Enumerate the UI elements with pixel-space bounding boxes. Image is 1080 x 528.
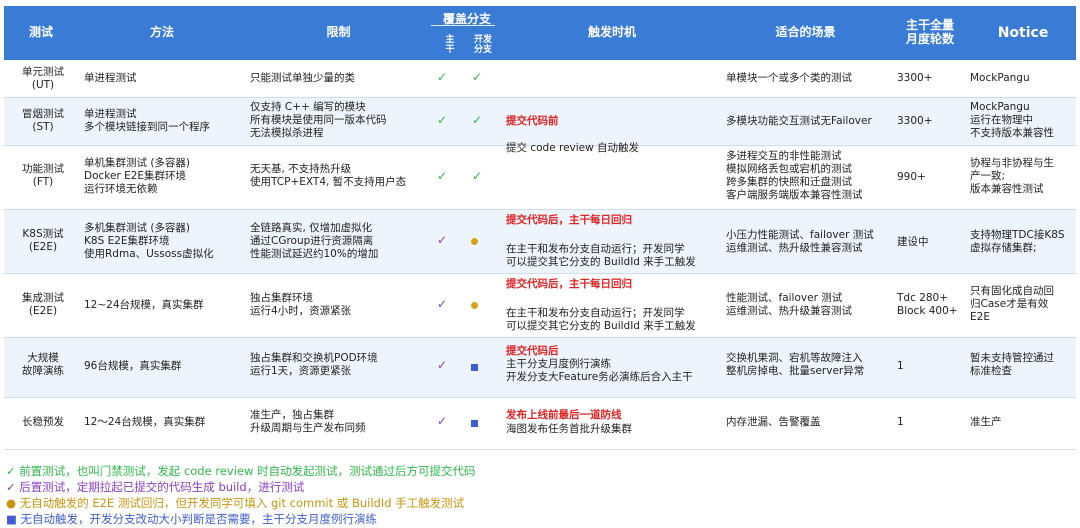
scene-text: 内存泄漏、告警覆盖 <box>726 416 821 428</box>
test-name: K8S测试 (E2E) <box>22 228 64 253</box>
rounds-text: Tdc 280+ Block 400+ <box>897 292 958 317</box>
trigger-highlight: 提交代码后，主干每日回归 <box>506 214 632 226</box>
method-text: 12~24台规模，真实集群 <box>84 299 204 311</box>
limit-text: 独占集群环境 运行4小时，资源紧张 <box>250 292 352 317</box>
check-icon: ✓ <box>437 113 448 127</box>
test-name: 单元测试 (UT) <box>22 66 64 91</box>
table-header: 测试 方法 限制 覆盖分支 主 干 开发 分支 触发时机 适合的场景 主干全量 … <box>4 6 1076 60</box>
row-divider <box>4 209 1076 210</box>
row-divider <box>4 397 1076 398</box>
notice-text: 支持物理TDC接K8S 虚拟存储集群; <box>970 229 1065 254</box>
rounds-text: 建设中 <box>897 236 929 248</box>
limit-text: 只能测试单独少量的类 <box>250 72 355 84</box>
square-icon <box>471 418 478 431</box>
scene-text: 性能测试、failover 测试 运维测试、热升级兼容测试 <box>726 292 852 317</box>
check-icon: ✓ <box>437 358 448 372</box>
trigger-text: 主干分支月度例行演练 开发分支大Feature务必演练后合入主干 <box>506 358 693 383</box>
test-name: 功能测试 (FT) <box>22 163 64 188</box>
trigger-highlight: 提交代码后 <box>506 345 559 357</box>
dot-icon <box>471 236 478 249</box>
method-text: 单进程测试 <box>84 72 137 84</box>
header-coverage: 覆盖分支 <box>442 12 491 26</box>
rounds-text: 1 <box>897 360 904 372</box>
header-scene: 适合的场景 <box>775 25 836 40</box>
trigger-highlight: 发布上线前最后一道防线 <box>506 409 622 421</box>
coverage-divider <box>431 25 495 26</box>
method-text: 单进程测试 多个模块链接到同一个程序 <box>84 108 210 133</box>
row-divider <box>4 449 1076 450</box>
trigger-text: 在主干和发布分支自动运行；开发同学 可以提交其它分支的 BuildId 来手工触… <box>506 307 696 332</box>
limit-text: 无天基, 不支持热升级 使用TCP+EXT4, 暂不支持用户态 <box>250 163 407 188</box>
trigger-highlight: 提交代码后，主干每日回归 <box>506 278 632 290</box>
header-notice: Notice <box>997 24 1049 41</box>
legend-green: ✓ 前置测试，也叫门禁测试，发起 code review 时自动发起测试，测试通… <box>6 464 476 478</box>
row-divider <box>4 97 1076 98</box>
rounds-text: 1 <box>897 416 904 428</box>
rounds-text: 990+ <box>897 171 926 183</box>
notice-text: 协程与非协程与生 产一致; 版本兼容性测试 <box>970 157 1054 195</box>
trigger-text: 海图发布任务首批升级集群 <box>506 423 632 435</box>
notice-text: 准生产 <box>970 416 1002 428</box>
limit-text: 仅支持 C++ 编写的模块 所有模块是使用同一版本代码 无法模拟杀进程 <box>250 101 387 139</box>
method-text: 单机集群测试 (多容器) Docker E2E集群环境 运行环境无依赖 <box>84 157 191 195</box>
notice-text: MockPangu <box>970 72 1030 84</box>
check-icon: ✓ <box>437 233 448 247</box>
check-icon: ✓ <box>437 297 448 311</box>
dot-icon <box>471 300 478 313</box>
square-icon <box>471 362 478 375</box>
scene-text: 交换机果洞、宕机等故障注入 整机房掉电、批量server异常 <box>726 352 865 377</box>
check-icon: ✓ <box>437 169 448 183</box>
row-divider <box>4 337 1076 338</box>
check-icon: ✓ <box>472 169 483 183</box>
check-icon: ✓ <box>437 414 448 428</box>
rounds-text: 3300+ <box>897 72 933 84</box>
limit-text: 独占集群和交换机POD环境 运行1天，资源更紧张 <box>250 352 378 377</box>
trigger-text: 提交 code review 自动触发 <box>506 142 640 154</box>
scene-text: 多模块功能交互测试无Failover <box>726 115 872 127</box>
test-name: 大规模 故障演练 <box>22 352 64 377</box>
limit-text: 全链路真实, 仅增加虚拟化 通过CGroup进行资源隔离 性能测试延迟约10%的… <box>250 222 379 260</box>
rounds-text: 3300+ <box>897 115 933 127</box>
limit-text: 准生产，独占集群 升级周期与生产发布同频 <box>250 409 366 434</box>
test-name: 集成测试 (E2E) <box>22 292 64 317</box>
notice-text: 只有固化成自动回 归Case才是有效 E2E <box>970 285 1054 323</box>
notice-text: MockPangu 运行在物理中 不支持版本兼容性 <box>970 101 1054 139</box>
header-limit: 限制 <box>326 25 351 40</box>
method-text: 96台规模，真实集群 <box>84 360 182 372</box>
header-cov-dev: 开发 分支 <box>473 35 492 55</box>
trigger-highlight: 提交代码前 <box>506 115 559 127</box>
header-trigger: 触发时机 <box>587 25 636 40</box>
notice-text: 暂未支持管控通过 标准检查 <box>970 352 1054 377</box>
row-divider <box>4 273 1076 274</box>
legend-gold: ● 无自动触发的 E2E 测试回归，但开发同学可填入 git commit 或 … <box>6 496 465 510</box>
scene-text: 小压力性能测试、failover 测试 运维测试、热升级性兼容测试 <box>726 229 874 254</box>
header-cov-main: 主 干 <box>445 35 455 55</box>
header-rounds: 主干全量 月度轮数 <box>905 18 954 46</box>
scene-text: 多进程交互的非性能测试 模拟网络丢包或宕机的测试 跨多集群的快照和迁盘测试 客户… <box>726 150 863 201</box>
header-test: 测试 <box>28 25 53 40</box>
header-method: 方法 <box>149 25 174 40</box>
legend-blue: ■ 无自动触发，开发分支改动大小判断是否需要，主干分支月度例行演练 <box>6 512 378 526</box>
check-icon: ✓ <box>437 70 448 84</box>
test-name: 长稳预发 <box>22 416 64 428</box>
scene-text: 单模块一个或多个类的测试 <box>726 72 852 84</box>
test-name: 冒烟测试 (ST) <box>22 108 64 133</box>
trigger-text: 在主干和发布分支自动运行；开发同学 可以提交其它分支的 BuildId 来手工触… <box>506 243 696 268</box>
method-text: 12～24台规模，真实集群 <box>84 416 206 428</box>
legend-purple: ✓ 后置测试，定期拉起已提交的代码生成 build，进行测试 <box>6 480 305 494</box>
method-text: 多机集群测试 (多容器) K8S E2E集群环境 使用Rdma、Ussoss虚拟… <box>84 222 214 260</box>
check-icon: ✓ <box>472 70 483 84</box>
check-icon: ✓ <box>472 113 483 127</box>
